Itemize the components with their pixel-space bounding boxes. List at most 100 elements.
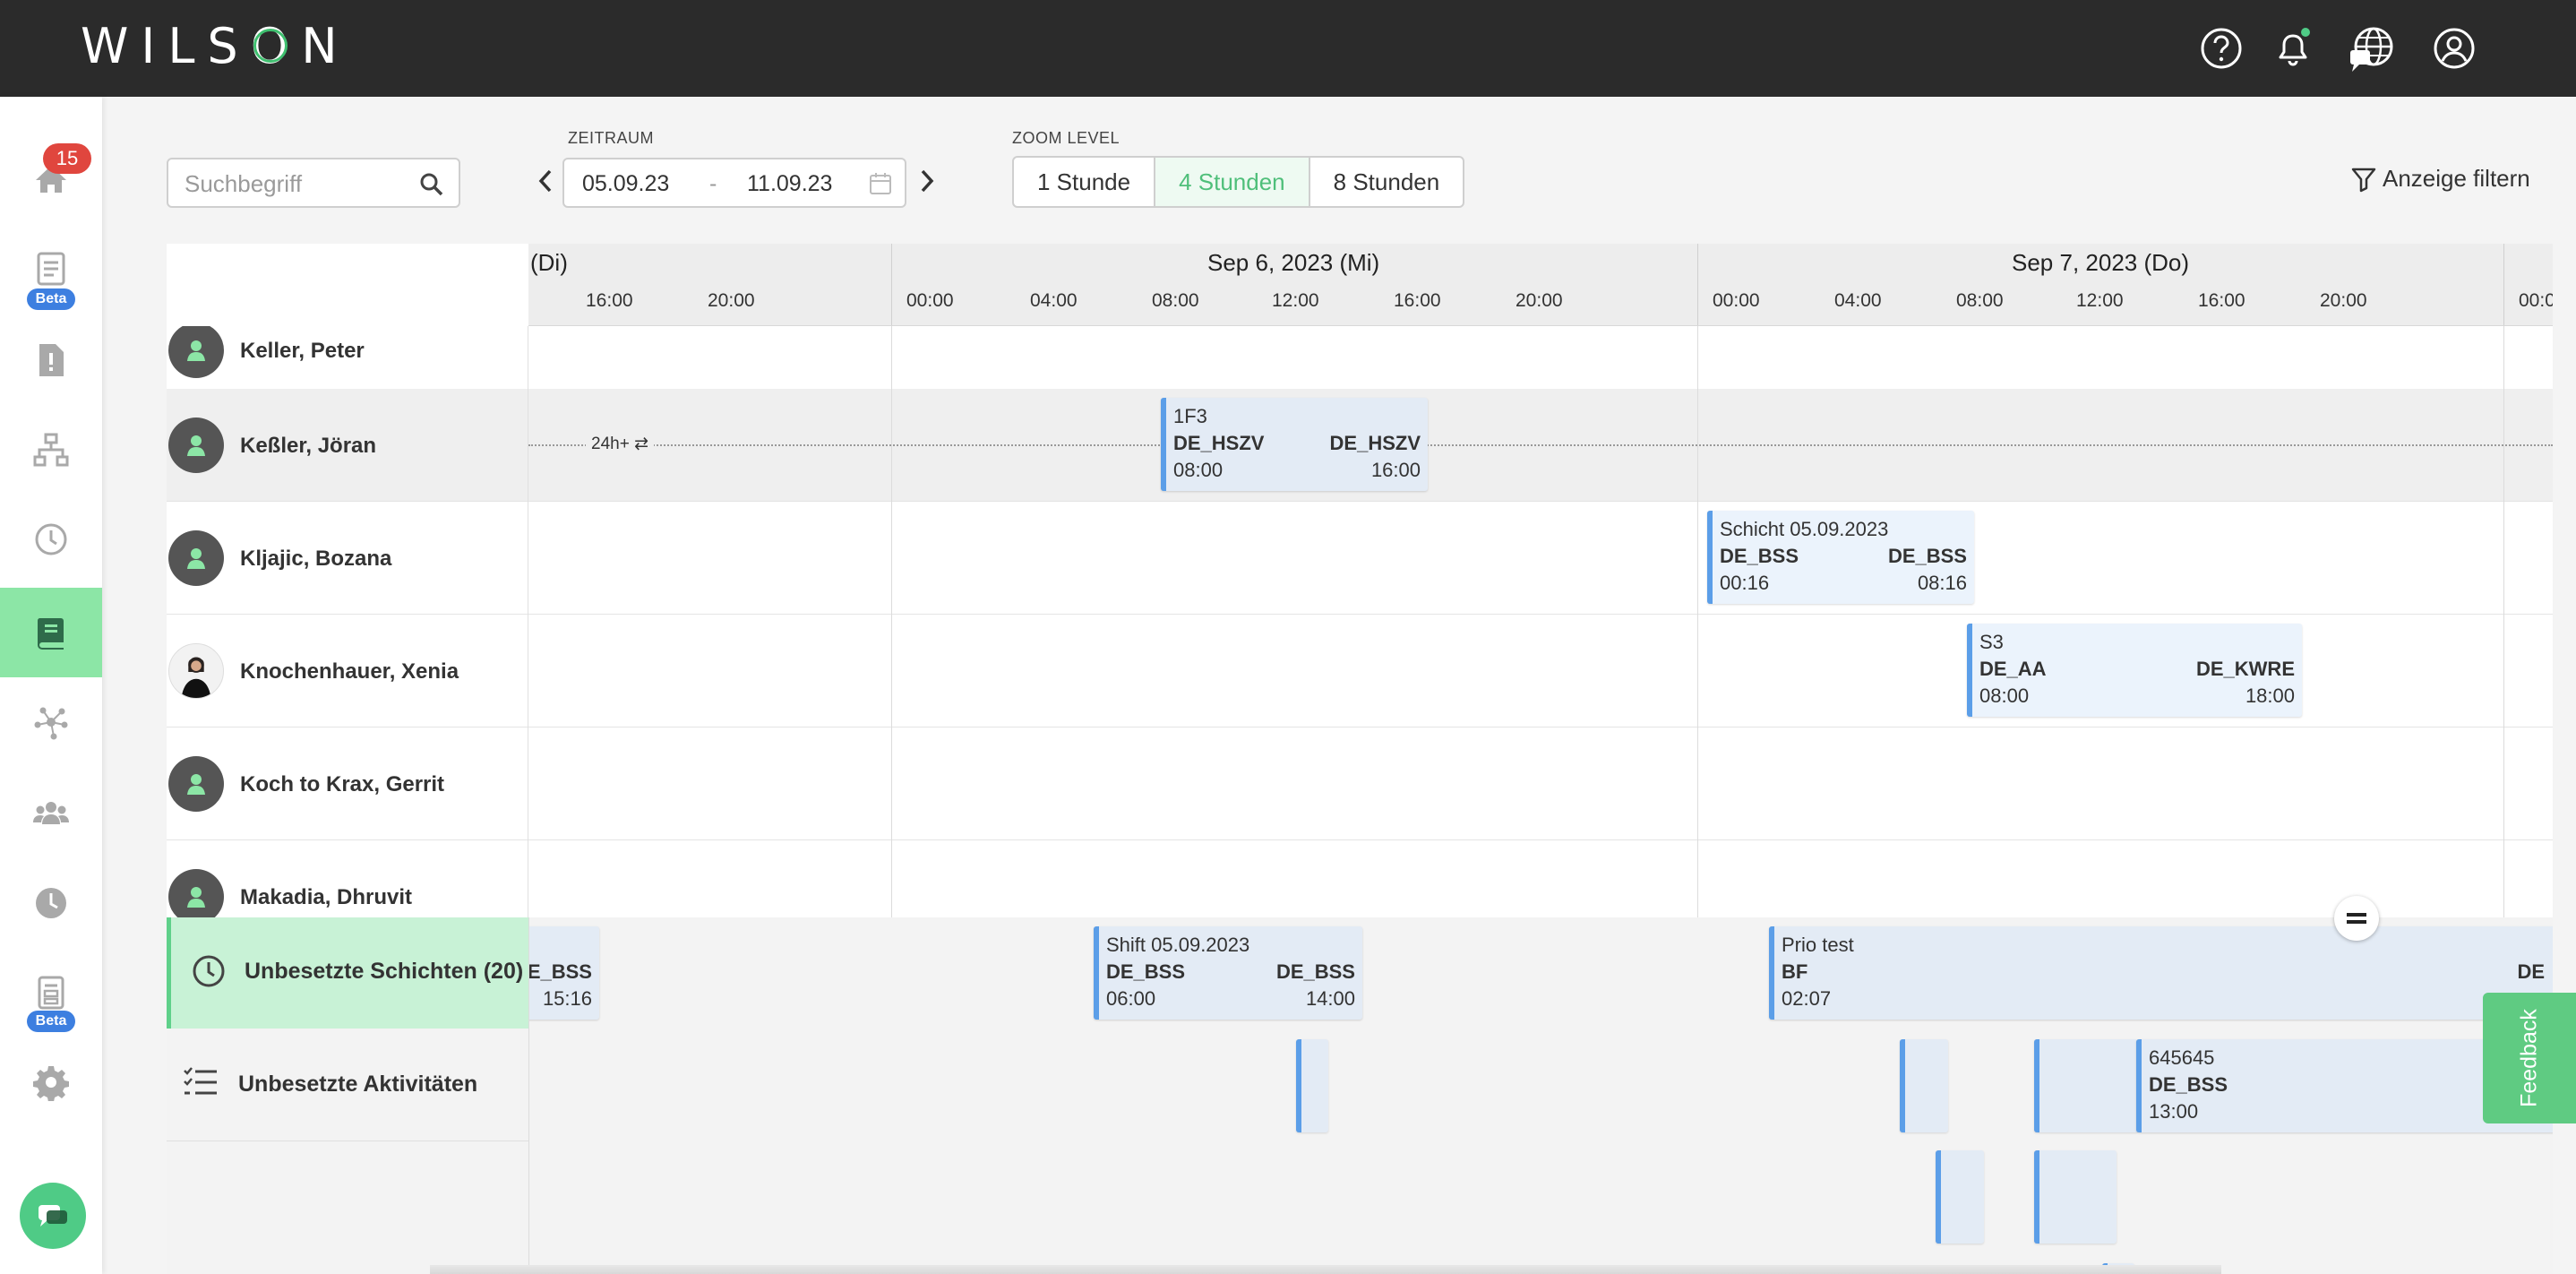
unassigned-shift-card[interactable]: DE_BSS 15:16 (529, 926, 599, 1020)
wilson-logo[interactable]: WILSON (81, 18, 350, 74)
nav-alerts-document[interactable] (0, 315, 102, 405)
bell-icon[interactable] (2268, 23, 2318, 73)
unassigned-activity-block[interactable] (2034, 1039, 2138, 1132)
hour-tick: 12:00 (1272, 290, 1319, 311)
reports-count-badge: 15 (43, 143, 91, 174)
search-icon[interactable] (417, 170, 446, 199)
shift-end-time: 18:00 (2245, 684, 2295, 707)
hour-tick: 16:00 (2198, 290, 2245, 311)
unassigned-activity-block[interactable] (1936, 1150, 1984, 1244)
shift-end-time: 16:00 (1370, 459, 1421, 481)
hour-tick: 00:0 (2519, 290, 2553, 311)
employee-row[interactable]: Koch to Krax, Gerrit (167, 727, 528, 840)
next-period-button[interactable] (914, 161, 940, 201)
nav-team[interactable] (0, 769, 102, 858)
zoom-level-label: ZOOM LEVEL (1012, 129, 1121, 147)
date-separator: - (709, 171, 717, 196)
user-account-icon[interactable] (2429, 23, 2479, 73)
nav-connections[interactable] (0, 677, 102, 767)
filter-display-button[interactable]: Anzeige filtern (2350, 165, 2530, 193)
employee-row[interactable]: Keßler, Jöran (167, 389, 528, 502)
feedback-tab[interactable]: Feedback (2483, 993, 2576, 1123)
hour-tick: 12:00 (2076, 290, 2124, 311)
avatar (168, 417, 224, 473)
schedule-row (528, 502, 2553, 615)
unassigned-shift-card[interactable]: Shift 05.09.2023 DE_BSS DE_BSS 06:00 14:… (1094, 926, 1362, 1020)
unassigned-activity-block[interactable] (1900, 1039, 1948, 1132)
shift-end-time: 14:00 (1305, 987, 1355, 1010)
zoom-4-hours-button[interactable]: 4 Stunden (1155, 158, 1310, 206)
nav-time[interactable] (0, 495, 102, 584)
overnight-tag: 24h+ ⇄ (586, 434, 654, 454)
day-separator (2503, 244, 2504, 325)
shift-card[interactable]: 1F3 DE_HSZV DE_HSZV 08:00 16:00 (1161, 398, 1428, 491)
shift-start-time: 08:00 (1979, 684, 2030, 707)
employee-row[interactable]: Knochenhauer, Xenia (167, 615, 528, 727)
chat-bubbles-icon (39, 1205, 67, 1227)
search-input[interactable] (185, 168, 399, 199)
users-group-icon (33, 802, 69, 824)
day-gridline (1697, 326, 1698, 917)
avatar (168, 326, 224, 378)
employee-name: Keßler, Jöran (240, 434, 377, 458)
shift-start-time: 08:00 (1173, 459, 1224, 481)
nav-time-tracking[interactable] (0, 858, 102, 948)
availability-line (528, 444, 2553, 446)
zeitraum-label: ZEITRAUM (568, 129, 654, 147)
previous-period-button[interactable] (532, 161, 559, 201)
schedule-row (528, 840, 2553, 917)
unassigned-activity-block[interactable] (2034, 1150, 2117, 1244)
schedule-row (528, 727, 2553, 840)
employee-row[interactable]: Kljajic, Bozana (167, 502, 528, 615)
employee-row[interactable]: Makadia, Dhruvit (167, 840, 528, 917)
scroll-shadow (430, 1265, 2221, 1274)
date-from[interactable]: 05.09.23 (582, 171, 669, 197)
day-separator (891, 244, 892, 325)
panel-resize-handle[interactable] (2334, 896, 2379, 941)
zoom-1-hour-button[interactable]: 1 Stunde (1014, 158, 1156, 206)
day-label-tue: (Di) (530, 249, 568, 276)
unassigned-grid: DE_BSS 15:16 Shift 05.09.2023 DE_BSS DE_… (528, 917, 2553, 1274)
gear-icon (33, 1066, 69, 1101)
hour-tick: 00:00 (1713, 290, 1760, 311)
activity-title: 645645 (2149, 1046, 2215, 1069)
nav-organization[interactable] (0, 405, 102, 495)
drag-handle-icon (2347, 913, 2366, 924)
nodes-connections-icon (34, 707, 68, 740)
activity-location: DE_BSS (2149, 1073, 2228, 1096)
shift-start-time: 06:00 (1106, 987, 1156, 1010)
person-icon (187, 340, 205, 361)
top-bar: WILSON (0, 0, 2576, 97)
search-box[interactable] (167, 158, 460, 208)
network-hierarchy-icon (33, 433, 69, 467)
nav-planning[interactable] (0, 588, 102, 677)
shift-end-time: 08:16 (1917, 572, 1967, 594)
person-icon (187, 774, 205, 795)
person-photo-icon (181, 657, 211, 698)
shift-title: Shift 05.09.2023 (1106, 934, 1250, 956)
shift-from-location: DE_BSS (1106, 960, 1186, 983)
avatar (168, 756, 224, 812)
day-separator (1697, 244, 1698, 325)
app-root: WILSON 15 Beta Beta Suchbegriff ZEITRAUM… (0, 0, 2576, 1274)
beta-badge: Beta (27, 288, 75, 310)
shift-from-location: DE_HSZV (1173, 432, 1265, 454)
person-icon (187, 548, 205, 569)
shift-card[interactable]: S3 DE_AA DE_KWRE 08:00 18:00 (1967, 624, 2302, 717)
help-icon[interactable] (2196, 23, 2246, 73)
unassigned-shifts-row[interactable]: Unbesetzte Schichten (20) (167, 917, 528, 1029)
form-document-icon (38, 976, 64, 1010)
zoom-8-hours-button[interactable]: 8 Stunden (1310, 158, 1464, 206)
date-to[interactable]: 11.09.23 (747, 171, 832, 197)
unassigned-activities-row[interactable]: Unbesetzte Aktivitäten (167, 1029, 528, 1141)
unassigned-activity-block[interactable] (1296, 1039, 1328, 1132)
calendar-icon[interactable] (869, 172, 892, 195)
date-range-picker[interactable]: 05.09.23 - 11.09.23 (562, 158, 906, 208)
unassigned-shift-card[interactable]: Prio test BF DE 02:07 (1769, 926, 2553, 1020)
person-icon (187, 887, 205, 908)
nav-settings[interactable] (0, 1037, 102, 1127)
shift-card[interactable]: Schicht 05.09.2023 DE_BSS DE_BSS 00:16 0… (1707, 511, 1974, 604)
language-globe-icon[interactable] (2347, 23, 2397, 73)
chevron-left-icon (538, 169, 552, 193)
chat-button[interactable] (20, 1183, 86, 1249)
